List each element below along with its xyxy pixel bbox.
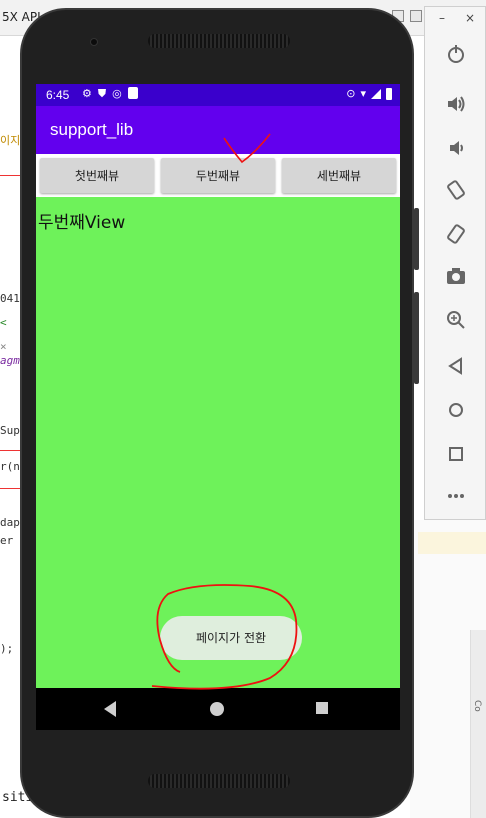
emulator-toolbar: – × <box>424 6 486 520</box>
ide-code-line: 이지 <box>0 134 21 147</box>
tab-button-row: 첫번째뷰 두번째뷰 세번째뷰 <box>36 154 400 197</box>
close-button[interactable]: × <box>465 11 475 25</box>
gear-icon: ⚙ <box>82 87 92 100</box>
top-speaker-grille <box>148 34 290 48</box>
phone-frame: 6:45 ⚙ ⛊ ◎ ⊙ ▾ support_lib 첫번째뷰 두번째뷰 세번째… <box>20 8 419 818</box>
battery-icon <box>386 87 392 100</box>
ide-tab-close-icon[interactable]: × <box>0 340 7 353</box>
device-screen: 6:45 ⚙ ⛊ ◎ ⊙ ▾ support_lib 첫번째뷰 두번째뷰 세번째… <box>36 84 400 730</box>
first-view-button[interactable]: 첫번째뷰 <box>40 158 154 193</box>
camera-icon[interactable] <box>445 265 467 287</box>
navigation-bar <box>36 688 400 730</box>
app-title: support_lib <box>50 120 134 139</box>
bottom-speaker-grille <box>148 774 290 788</box>
side-button <box>414 292 419 384</box>
ide-code-line: Sup <box>0 424 20 437</box>
ide-error-underline <box>0 488 22 489</box>
signal-icon <box>371 88 381 99</box>
minimize-button[interactable]: – <box>439 11 445 25</box>
overview-icon[interactable] <box>445 443 467 465</box>
location-icon: ⊙ <box>346 87 356 100</box>
volume-down-icon[interactable] <box>445 137 467 159</box>
home-icon[interactable] <box>210 702 224 716</box>
ide-code-line: er <box>0 534 14 547</box>
shield-icon: ⛊ <box>97 87 107 100</box>
status-icons-left: ⚙ ⛊ ◎ <box>82 87 138 101</box>
second-view-button[interactable]: 두번째뷰 <box>161 158 275 193</box>
ide-code-line: < <box>0 316 7 329</box>
toast-message: 페이지가 전환 <box>160 616 302 660</box>
ide-code-line: r(n <box>0 460 20 473</box>
home-icon[interactable] <box>445 399 467 421</box>
status-time: 6:45 <box>46 88 70 102</box>
recents-icon[interactable] <box>316 702 328 714</box>
ide-error-underline <box>0 175 22 176</box>
rotate-right-icon[interactable] <box>445 223 467 245</box>
front-camera <box>90 38 98 46</box>
app-bar: support_lib <box>36 106 400 154</box>
status-bar: 6:45 ⚙ ⛊ ◎ ⊙ ▾ <box>36 84 400 106</box>
ide-side-tab-label[interactable]: Co <box>472 700 482 712</box>
back-icon[interactable] <box>445 355 467 377</box>
rotate-left-icon[interactable] <box>445 179 467 201</box>
wifi-icon: ▾ <box>360 87 366 100</box>
third-view-button[interactable]: 세번째뷰 <box>282 158 396 193</box>
ide-error-underline <box>0 450 22 451</box>
ide-code-line: agm <box>0 354 20 367</box>
ide-code-line: dap <box>0 516 20 529</box>
sd-card-icon <box>127 87 138 99</box>
back-icon[interactable] <box>104 701 116 717</box>
volume-up-icon[interactable] <box>445 93 467 115</box>
ide-code-line: ); <box>0 642 14 655</box>
power-icon[interactable] <box>445 43 467 65</box>
ide-scrollbar[interactable] <box>470 630 486 818</box>
side-button <box>414 208 419 270</box>
more-icon[interactable] <box>445 485 467 507</box>
ide-code-line: 041 <box>0 292 20 305</box>
zoom-icon[interactable] <box>445 309 467 331</box>
status-icons-right: ⊙ ▾ <box>346 87 392 100</box>
sync-icon: ◎ <box>112 87 122 100</box>
fragment-content-text: 두번째View <box>38 213 126 233</box>
ide-highlighted-line <box>418 532 486 554</box>
ide-window-icon[interactable] <box>410 10 422 22</box>
